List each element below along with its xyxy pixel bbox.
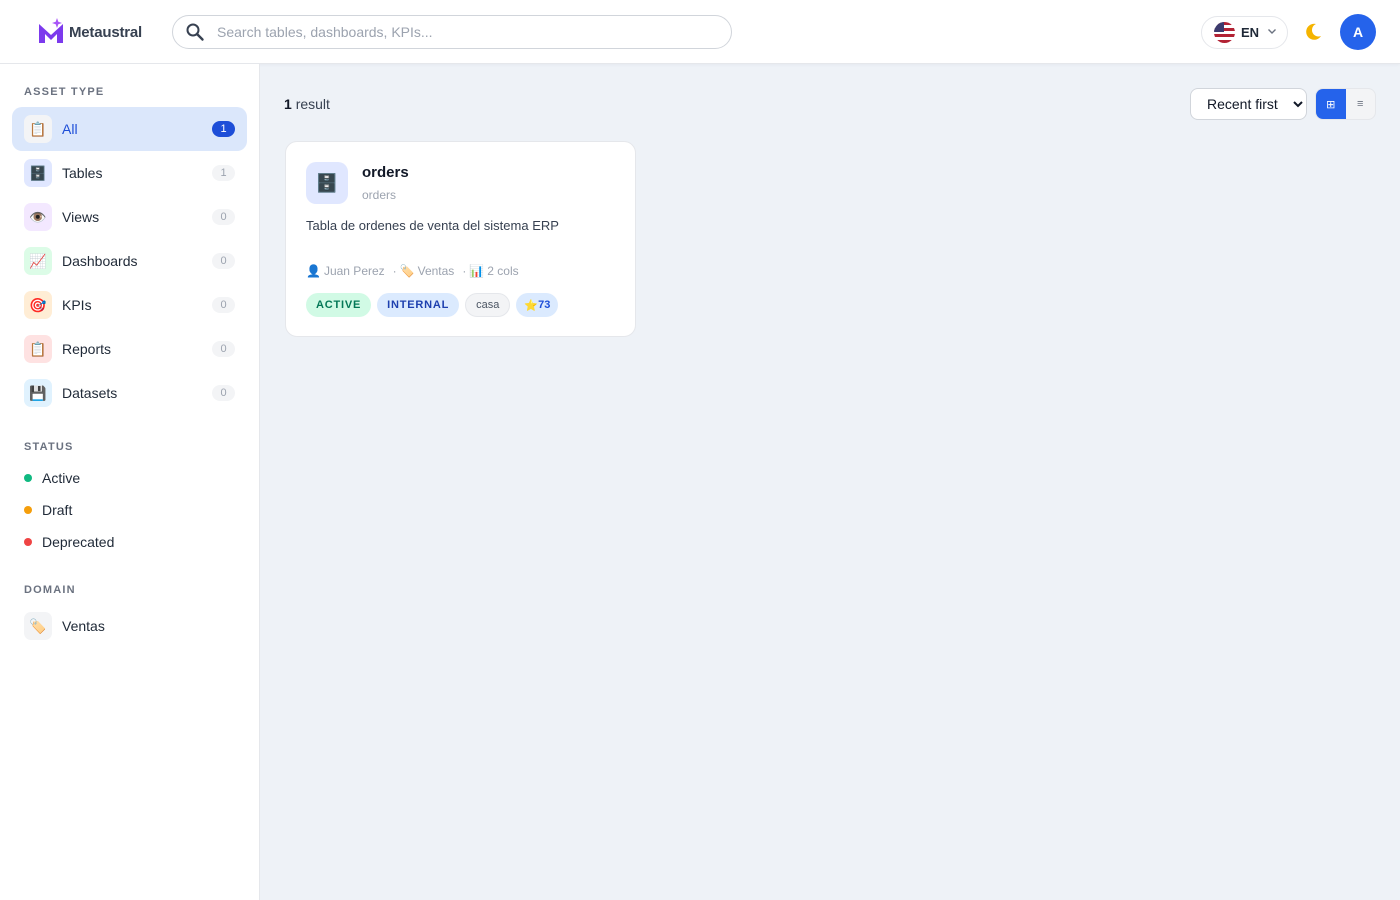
status-label: Draft — [42, 502, 73, 518]
search-bar[interactable] — [172, 15, 732, 49]
card-meta: 👤 Juan Perez · 🏷️ Ventas · 📊 2 cols — [306, 264, 519, 278]
file-cabinet-icon: 🗄️ — [306, 162, 348, 204]
logo-icon — [37, 17, 65, 47]
tag-chip[interactable]: casa — [465, 293, 511, 317]
label-tag-icon: 🏷️ — [399, 264, 415, 278]
sidebar-item-label: Dashboards — [62, 253, 138, 269]
list-view-icon[interactable]: ≡ — [1346, 89, 1376, 119]
status-filter-draft[interactable]: Draft — [24, 502, 72, 518]
sidebar-item-tables[interactable]: 🗄️ Tables 1 — [12, 151, 247, 195]
eye-icon: 👁️ — [24, 203, 52, 231]
separator: · — [392, 264, 397, 278]
sidebar-item-label: KPIs — [62, 297, 92, 313]
sidebar-item-reports[interactable]: 📋 Reports 0 — [12, 327, 247, 371]
card-subtitle: orders — [362, 188, 397, 202]
result-count: 1 result — [284, 96, 330, 112]
status-label: Active — [42, 470, 81, 486]
chevron-down-icon — [1267, 26, 1277, 39]
count-badge: 0 — [212, 297, 235, 313]
search-input[interactable] — [217, 24, 697, 40]
sidebar-item-label: Tables — [62, 165, 103, 181]
sidebar-item-dashboards[interactable]: 📈 Dashboards 0 — [12, 239, 247, 283]
target-icon: 🎯 — [24, 291, 52, 319]
status-dot — [24, 506, 32, 514]
star-icon: ⭐ — [524, 299, 539, 312]
sidebar-item-label: Reports — [62, 341, 112, 357]
owner-name: Juan Perez — [323, 264, 385, 278]
result-label: result — [295, 96, 330, 112]
sidebar-item-all[interactable]: 📋 All 1 — [12, 107, 247, 151]
count-badge: 0 — [212, 253, 235, 269]
status-dot — [24, 538, 32, 546]
domain-name: Ventas — [417, 264, 455, 278]
count-badge: 0 — [212, 209, 235, 225]
sort-select[interactable]: Recent first — [1190, 88, 1307, 120]
label-tag-icon: 🏷️ — [24, 612, 52, 640]
separator: · — [462, 264, 467, 278]
asset-card[interactable]: 🗄️ orders orders Tabla de ordenes de ven… — [285, 141, 636, 337]
us-flag-icon — [1214, 22, 1235, 43]
score-badge: ⭐ 73 — [516, 293, 559, 317]
grid-view-icon[interactable]: ⊞ — [1316, 89, 1346, 119]
status-dot — [24, 474, 32, 482]
sidebar-item-views[interactable]: 👁️ Views 0 — [12, 195, 247, 239]
chart-increasing-icon: 📈 — [24, 247, 52, 275]
brand-logo[interactable]: Metaustral — [37, 17, 142, 47]
owner: 👤 Juan Perez — [306, 264, 385, 278]
clipboard-icon: 📋 — [24, 115, 52, 143]
domain-filter-ventas[interactable]: 🏷️ Ventas — [12, 604, 247, 648]
file-cabinet-icon: 🗄️ — [24, 159, 52, 187]
moon-icon[interactable] — [1303, 22, 1323, 46]
status-label: Deprecated — [42, 534, 115, 550]
sidebar-item-datasets[interactable]: 💾 Datasets 0 — [12, 371, 247, 415]
person-icon: 👤 — [306, 264, 321, 278]
bar-chart-icon: 📊 — [469, 264, 485, 278]
domain: · 🏷️ Ventas — [393, 264, 455, 278]
sidebar-item-label: Datasets — [62, 385, 118, 401]
visibility-badge: INTERNAL — [377, 293, 460, 317]
floppy-disk-icon: 💾 — [24, 379, 52, 407]
count-badge: 0 — [212, 341, 235, 357]
domain-title: DOMAIN — [24, 584, 76, 596]
count-badge: 0 — [212, 385, 235, 401]
sidebar-item-label: Views — [62, 209, 100, 225]
status-title: STATUS — [24, 441, 74, 453]
cols-text: 2 cols — [487, 264, 519, 278]
brand-name: Metaustral — [69, 23, 143, 41]
status-badge: ACTIVE — [306, 293, 372, 317]
sidebar-item-label: All — [62, 121, 78, 137]
sidebar-item-kpis[interactable]: 🎯 KPIs 0 — [12, 283, 247, 327]
clipboard-icon: 📋 — [24, 335, 52, 363]
search-icon — [185, 22, 205, 42]
language-code: EN — [1241, 25, 1260, 40]
result-number: 1 — [284, 96, 292, 112]
view-toggle[interactable]: ⊞ ≡ — [1315, 88, 1376, 120]
status-filter-active[interactable]: Active — [24, 470, 80, 486]
card-description: Tabla de ordenes de venta del sistema ER… — [306, 218, 559, 233]
language-selector[interactable]: EN — [1201, 16, 1288, 49]
sidebar: ASSET TYPE 📋 All 1 🗄️ Tables 1 👁️ Views … — [0, 64, 260, 900]
count-badge: 1 — [212, 121, 235, 137]
domain-label: Ventas — [62, 618, 105, 634]
count-badge: 1 — [212, 165, 235, 181]
top-header: Metaustral EN A — [0, 0, 1400, 64]
avatar[interactable]: A — [1340, 14, 1376, 50]
card-title[interactable]: orders — [362, 164, 409, 181]
column-count: · 📊 2 cols — [462, 264, 518, 278]
card-tags: ACTIVE INTERNAL casa ⭐ 73 — [306, 293, 559, 317]
asset-type-title: ASSET TYPE — [24, 86, 105, 98]
status-filter-deprecated[interactable]: Deprecated — [24, 534, 114, 550]
score-value: 73 — [538, 299, 551, 311]
